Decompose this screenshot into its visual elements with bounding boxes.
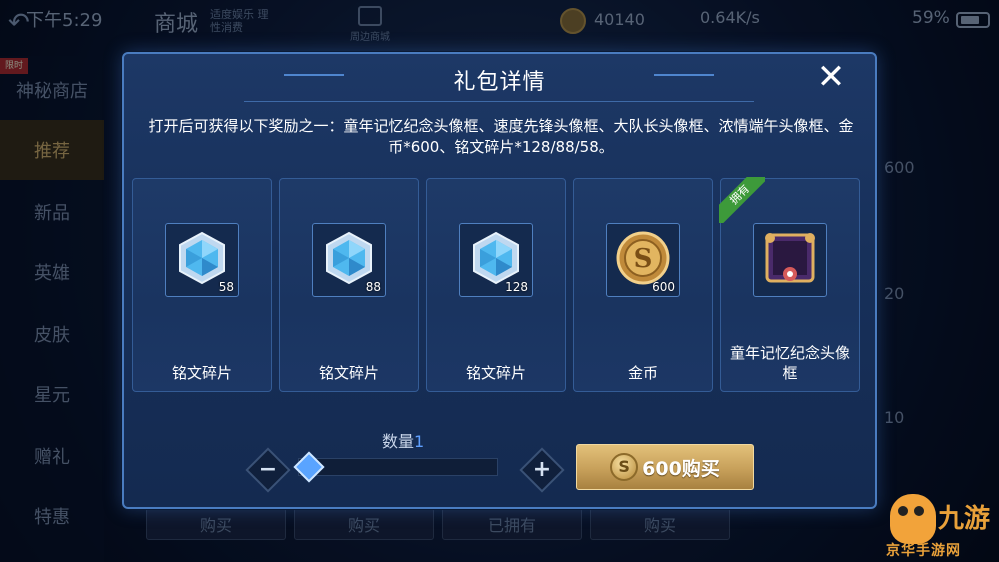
plus-icon: + — [532, 457, 552, 482]
inscription-shard-icon — [473, 231, 519, 285]
reward-card[interactable]: S 600 金币 — [573, 178, 713, 392]
reward-count: 58 — [218, 280, 234, 294]
reward-card[interactable]: 88 铭文碎片 — [279, 178, 419, 392]
site-watermark: 九游 京华手游网 — [876, 494, 996, 560]
reward-icon-frame: 128 — [459, 223, 533, 297]
reward-icon-frame: 88 — [312, 223, 386, 297]
reward-name: 铭文碎片 — [171, 364, 232, 382]
reward-count: 128 — [505, 280, 528, 294]
reward-name: 铭文碎片 — [465, 364, 526, 382]
svg-text:S: S — [634, 244, 653, 274]
watermark-logo-icon — [890, 494, 936, 544]
quantity-minus-button[interactable]: − — [252, 454, 284, 486]
reward-icon-frame: 58 — [165, 223, 239, 297]
quantity-label: 数量 — [382, 432, 415, 451]
watermark-text: 九游 — [938, 504, 991, 534]
buy-button-label: 600购买 — [642, 457, 720, 480]
reward-name: 童年记忆纪念头像框 — [729, 344, 850, 382]
quantity-slider[interactable] — [298, 458, 498, 476]
gold-coin-icon: S — [610, 453, 639, 481]
watermark-subtext: 京华手游网 — [886, 543, 961, 559]
gift-pack-detail-modal: 礼包详情 ✕ 打开后可获得以下奖励之一：童年记忆纪念头像框、速度先锋头像框、大队… — [122, 52, 877, 509]
modal-title: 礼包详情 — [453, 70, 546, 95]
quantity-slider-handle[interactable] — [293, 451, 325, 483]
inscription-shard-icon — [179, 231, 225, 285]
reward-name: 金币 — [627, 364, 658, 382]
inscription-shard-icon — [326, 231, 372, 285]
owned-label: 拥有 — [719, 177, 765, 223]
owned-ribbon: 拥有 — [719, 177, 765, 223]
quantity-label-row: 数量1 — [382, 428, 424, 452]
reward-count: 600 — [652, 280, 675, 294]
close-icon: ✕ — [816, 57, 846, 97]
reward-card[interactable]: 128 铭文碎片 — [426, 178, 566, 392]
minus-icon: − — [258, 457, 278, 482]
reward-icon-frame: S 600 — [606, 223, 680, 297]
modal-description: 打开后可获得以下奖励之一：童年记忆纪念头像框、速度先锋头像框、大队长头像框、浓情… — [148, 117, 854, 156]
reward-icon-frame — [753, 223, 827, 297]
reward-list: 58 铭文碎片 88 铭文碎片 128 铭文碎片 S 600 金币 拥有 童年记… — [132, 177, 872, 394]
reward-card[interactable]: 58 铭文碎片 — [132, 178, 272, 392]
buy-button[interactable]: S 600购买 — [576, 444, 754, 490]
quantity-plus-button[interactable]: + — [526, 454, 558, 486]
gold-coin-icon: S — [616, 231, 670, 285]
avatar-frame-icon — [765, 233, 815, 283]
reward-count: 88 — [365, 280, 381, 294]
close-button[interactable]: ✕ — [814, 60, 848, 94]
reward-name: 铭文碎片 — [318, 364, 379, 382]
quantity-value: 1 — [414, 432, 425, 451]
reward-card[interactable]: 拥有 童年记忆纪念头像框 — [719, 177, 860, 392]
modal-header: 礼包详情 ✕ — [124, 54, 875, 104]
